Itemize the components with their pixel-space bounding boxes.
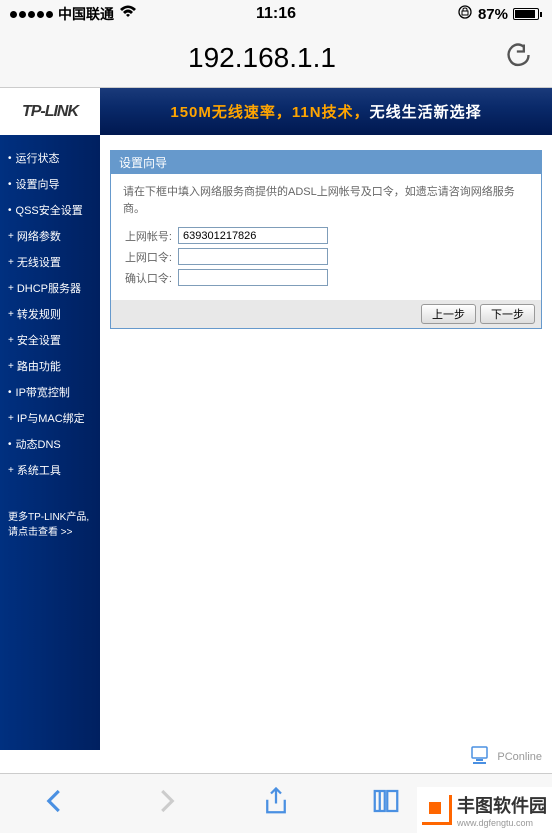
slogan-speed: 150M无线速率， xyxy=(170,104,292,121)
panel-title: 设置向导 xyxy=(111,151,541,174)
signal-indicator xyxy=(10,11,53,18)
status-bar: 中国联通 11:16 87% xyxy=(0,0,552,28)
sidebar-nav: 运行状态 设置向导 QSS安全设置 网络参数 无线设置 DHCP服务器 转发规则… xyxy=(0,135,100,750)
slogan-tech: 11N技术， xyxy=(292,104,370,121)
battery-percent: 87% xyxy=(478,6,508,23)
slogan-life: 无线生活新选择 xyxy=(370,104,482,121)
prev-button[interactable]: 上一步 xyxy=(421,304,476,324)
brand-logo: TP-LINK xyxy=(0,88,100,135)
forward-icon[interactable] xyxy=(151,786,181,821)
browser-address-bar[interactable]: 192.168.1.1 xyxy=(0,28,552,88)
sidebar-promo[interactable]: 更多TP-LINK产品, 请点击查看 >> xyxy=(0,498,100,552)
nav-dhcp[interactable]: DHCP服务器 xyxy=(0,275,100,301)
next-button[interactable]: 下一步 xyxy=(480,304,535,324)
nav-bandwidth[interactable]: IP带宽控制 xyxy=(0,379,100,405)
password-label: 上网口令: xyxy=(123,249,178,265)
nav-system[interactable]: 系统工具 xyxy=(0,457,100,483)
nav-ipmac[interactable]: IP与MAC绑定 xyxy=(0,405,100,431)
share-icon[interactable] xyxy=(261,786,291,821)
nav-security[interactable]: 安全设置 xyxy=(0,327,100,353)
watermark-fengtu: 丰图软件园 www.dgfengtu.com xyxy=(417,787,552,833)
nav-ddns[interactable]: 动态DNS xyxy=(0,431,100,457)
watermark-pconline: PConline xyxy=(467,744,542,769)
url-display: 192.168.1.1 xyxy=(20,42,504,74)
nav-status[interactable]: 运行状态 xyxy=(0,145,100,171)
nav-routing[interactable]: 路由功能 xyxy=(0,353,100,379)
nav-forwarding[interactable]: 转发规则 xyxy=(0,301,100,327)
router-admin-page: TP-LINK 150M无线速率，11N技术，无线生活新选择 运行状态 设置向导… xyxy=(0,88,552,750)
nav-wizard[interactable]: 设置向导 xyxy=(0,171,100,197)
carrier-label: 中国联通 xyxy=(58,4,114,24)
bookmarks-icon[interactable] xyxy=(371,786,401,821)
battery-icon xyxy=(513,8,542,20)
main-content: 设置向导 请在下框中填入网络服务商提供的ADSL上网帐号及口令，如遗忘请咨询网络… xyxy=(100,135,552,750)
account-label: 上网帐号: xyxy=(123,228,178,244)
refresh-icon[interactable] xyxy=(504,41,532,74)
rotation-lock-icon xyxy=(457,4,473,24)
password-input[interactable] xyxy=(178,248,328,265)
confirm-label: 确认口令: xyxy=(123,270,178,286)
back-icon[interactable] xyxy=(40,786,70,821)
nav-wireless[interactable]: 无线设置 xyxy=(0,249,100,275)
nav-qss[interactable]: QSS安全设置 xyxy=(0,197,100,223)
confirm-input[interactable] xyxy=(178,269,328,286)
banner: TP-LINK 150M无线速率，11N技术，无线生活新选择 xyxy=(0,88,552,135)
fengtu-logo-icon xyxy=(422,795,452,825)
instruction-text: 请在下框中填入网络服务商提供的ADSL上网帐号及口令，如遗忘请咨询网络服务商。 xyxy=(123,184,529,217)
account-input[interactable] xyxy=(178,227,328,244)
clock: 11:16 xyxy=(187,5,364,23)
nav-network[interactable]: 网络参数 xyxy=(0,223,100,249)
wifi-icon xyxy=(119,5,137,24)
